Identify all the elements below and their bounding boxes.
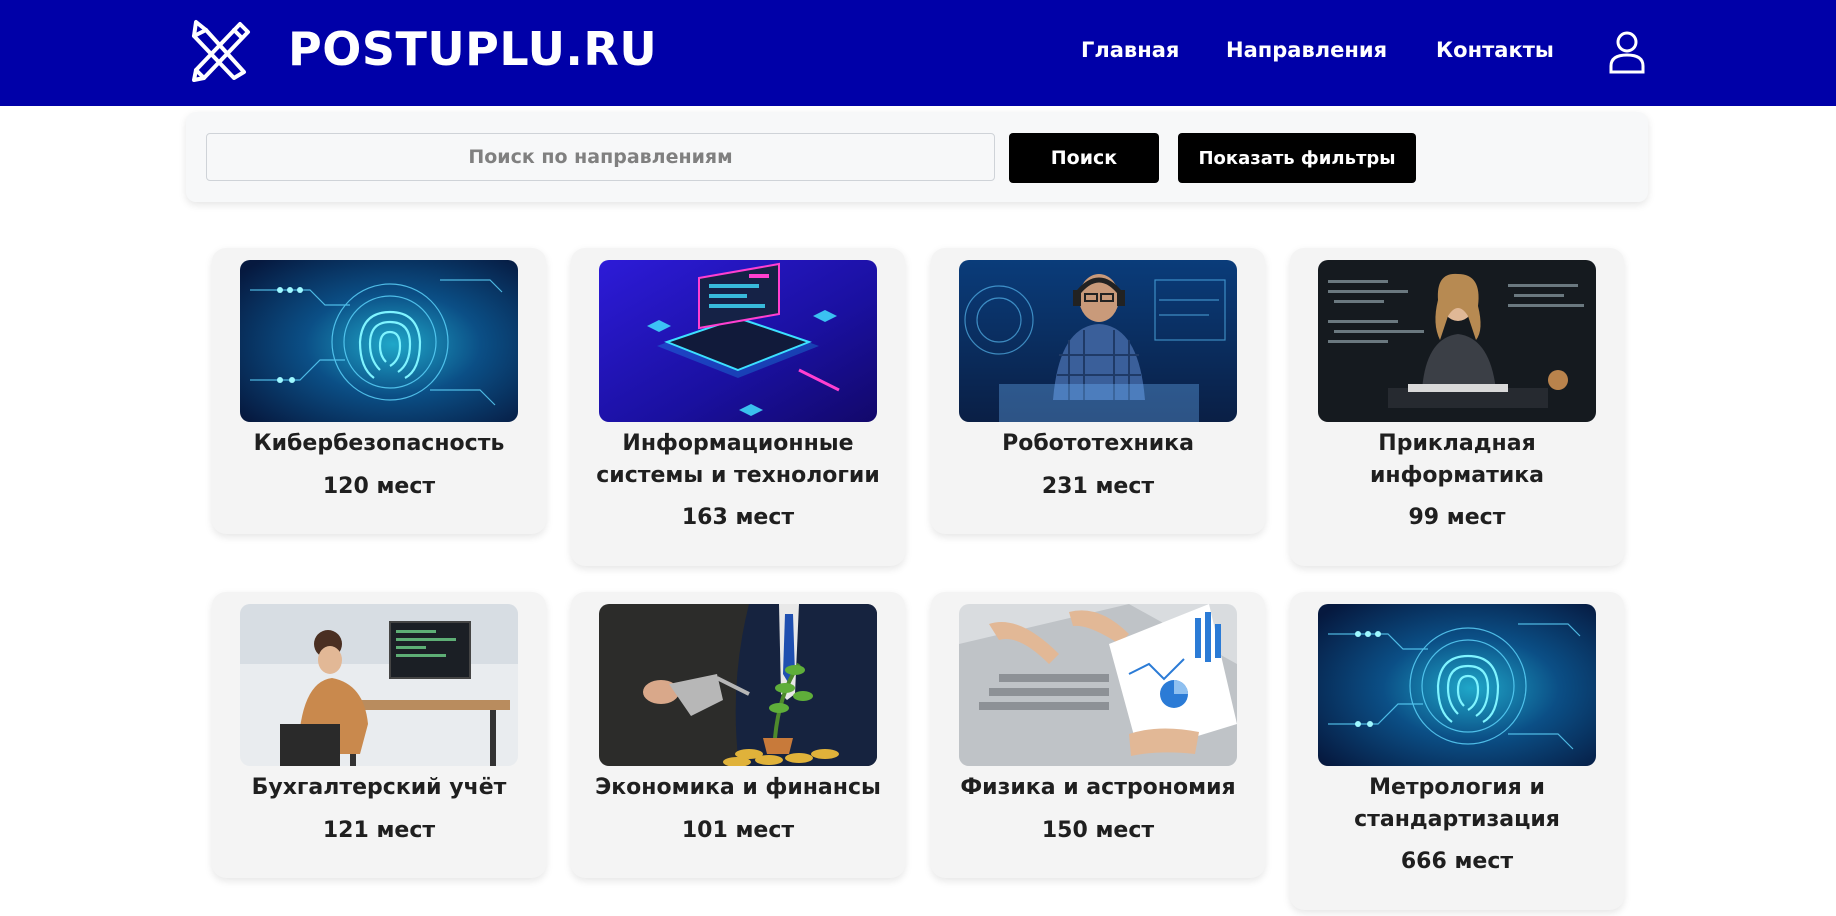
- direction-card-metrology[interactable]: Метрология и стандартизация 666 мест: [1290, 592, 1624, 910]
- developer-headphones-image: [959, 260, 1237, 422]
- nav-home-link[interactable]: Главная: [1081, 34, 1179, 66]
- card-title: Экономика и финансы: [595, 775, 881, 800]
- fingerprint-cyber-image: [1318, 604, 1596, 766]
- card-seats: 666 мест: [1400, 849, 1514, 874]
- card-seats: 120 мест: [322, 474, 436, 499]
- card-seats: 99 мест: [1408, 505, 1506, 530]
- card-title: Бухгалтерский учёт: [251, 775, 507, 800]
- card-seats: 163 мест: [681, 505, 795, 530]
- card-title: Робототехника: [1002, 431, 1194, 456]
- direction-card-cybersecurity[interactable]: Кибербезопасность 120 мест: [212, 248, 546, 534]
- show-filters-button[interactable]: Показать фильтры: [1178, 133, 1416, 183]
- direction-card-economics[interactable]: Экономика и финансы 101 мест: [571, 592, 905, 878]
- laptop-charts-image: [959, 604, 1237, 766]
- nav-directions-link[interactable]: Направления: [1226, 34, 1387, 66]
- card-seats: 231 мест: [1041, 474, 1155, 499]
- user-profile-icon[interactable]: [1608, 30, 1646, 74]
- card-title-line-2: информатика: [1369, 463, 1545, 488]
- woman-coding-image: [1318, 260, 1596, 422]
- card-title: Кибербезопасность: [253, 431, 505, 456]
- isometric-laptop-image: [599, 260, 877, 422]
- fingerprint-cyber-image: [240, 260, 518, 422]
- card-title-line-2: системы и технологии: [596, 463, 880, 488]
- direction-card-robotics[interactable]: Робототехника 231 мест: [931, 248, 1265, 534]
- direction-card-info-systems[interactable]: Информационные системы и технологии 163 …: [571, 248, 905, 566]
- card-seats: 101 мест: [681, 818, 795, 843]
- nav-contacts-link[interactable]: Контакты: [1436, 34, 1554, 66]
- card-title-line-1: Информационные: [622, 431, 854, 456]
- direction-card-applied-informatics[interactable]: Прикладная информатика 99 мест: [1290, 248, 1624, 566]
- site-header: POSTUPLU.RU Главная Направления Контакты: [0, 0, 1836, 106]
- card-title-line-1: Метрология и: [1369, 775, 1545, 800]
- watering-money-plant-image: [599, 604, 877, 766]
- office-workstation-image: [240, 604, 518, 766]
- search-panel: Поиск Показать фильтры: [186, 112, 1648, 202]
- card-seats: 150 мест: [1041, 818, 1155, 843]
- card-seats: 121 мест: [322, 818, 436, 843]
- search-button[interactable]: Поиск: [1009, 133, 1159, 183]
- card-title-line-1: Прикладная: [1378, 431, 1536, 456]
- card-title-line-2: стандартизация: [1354, 807, 1560, 832]
- direction-card-accounting[interactable]: Бухгалтерский учёт 121 мест: [212, 592, 546, 878]
- crossed-pencil-ruler-icon[interactable]: [184, 16, 254, 86]
- brand-name[interactable]: POSTUPLU.RU: [288, 22, 657, 76]
- card-title: Физика и астрономия: [960, 775, 1236, 800]
- direction-card-physics[interactable]: Физика и астрономия 150 мест: [931, 592, 1265, 878]
- search-input[interactable]: [206, 133, 995, 181]
